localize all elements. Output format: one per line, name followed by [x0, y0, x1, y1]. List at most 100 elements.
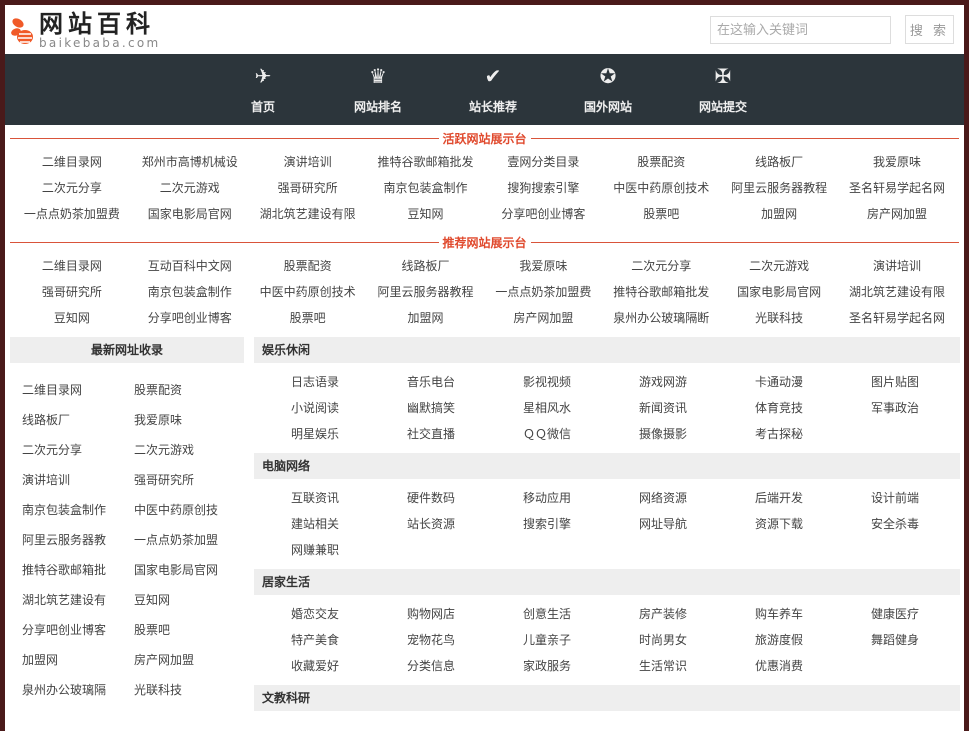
site-link[interactable]: 湖北筑艺建设有 [22, 585, 134, 615]
site-link[interactable]: 股票吧 [249, 305, 367, 331]
logo[interactable]: 网站百科 baikebaba.com [10, 11, 161, 49]
category-link[interactable]: 安全杀毒 [871, 511, 964, 537]
category-link[interactable]: 搜索引擎 [523, 511, 639, 537]
site-link[interactable]: 我爱原味 [485, 253, 603, 279]
category-link[interactable]: 儿童亲子 [523, 627, 639, 653]
category-link[interactable]: 家政服务 [523, 653, 639, 679]
site-link[interactable]: 演讲培训 [22, 465, 134, 495]
site-link[interactable]: 股票吧 [602, 201, 720, 227]
category-link[interactable]: 创意生活 [523, 601, 639, 627]
category-link[interactable]: 健康医疗 [871, 601, 964, 627]
category-link[interactable]: 收藏爱好 [291, 653, 407, 679]
category-link[interactable]: 军事政治 [871, 395, 964, 421]
site-link[interactable]: 国家电影局官网 [720, 279, 838, 305]
category-link[interactable]: 婚恋交友 [291, 601, 407, 627]
category-link[interactable]: 舞蹈健身 [871, 627, 964, 653]
site-link[interactable]: 加盟网 [720, 201, 838, 227]
site-link[interactable]: 一点点奶茶加盟费 [13, 201, 131, 227]
category-link[interactable]: 图片贴图 [871, 369, 964, 395]
site-link[interactable]: 股票配资 [134, 375, 246, 405]
site-link[interactable]: 圣名轩易学起名网 [838, 305, 956, 331]
site-link[interactable]: 泉州办公玻璃隔断 [602, 305, 720, 331]
category-link[interactable]: 网络资源 [639, 485, 755, 511]
site-link[interactable]: 分享吧创业博客 [131, 305, 249, 331]
search-button[interactable]: 搜 索 [905, 15, 954, 44]
site-link[interactable]: 阿里云服务器教 [22, 525, 134, 555]
nav-ranking[interactable]: ♛ 网站排名 [328, 54, 428, 125]
site-link[interactable]: 二次元游戏 [131, 175, 249, 201]
site-link[interactable]: 南京包装盒制作 [131, 279, 249, 305]
site-link[interactable]: 光联科技 [134, 675, 246, 705]
nav-home[interactable]: ✈ 首页 [213, 54, 313, 125]
category-link[interactable]: ＱＱ微信 [523, 421, 639, 447]
site-link[interactable]: 郑州市高博机械设 [131, 149, 249, 175]
site-link[interactable]: 分享吧创业博客 [485, 201, 603, 227]
search-input[interactable] [710, 16, 891, 44]
site-link[interactable]: 阿里云服务器教程 [720, 175, 838, 201]
nav-recommend[interactable]: ✔ 站长推荐 [443, 54, 543, 125]
site-link[interactable]: 豆知网 [367, 201, 485, 227]
site-link[interactable]: 国家电影局官网 [131, 201, 249, 227]
site-link[interactable]: 强哥研究所 [134, 465, 246, 495]
site-link[interactable]: 豆知网 [134, 585, 246, 615]
site-link[interactable]: 二次元游戏 [134, 435, 246, 465]
site-link[interactable]: 湖北筑艺建设有限 [249, 201, 367, 227]
category-link[interactable]: 后端开发 [755, 485, 871, 511]
site-link[interactable]: 二次元分享 [13, 175, 131, 201]
site-link[interactable]: 股票配资 [602, 149, 720, 175]
category-link[interactable]: 网赚兼职 [291, 537, 407, 563]
site-link[interactable]: 泉州办公玻璃隔 [22, 675, 134, 705]
site-link[interactable]: 圣名轩易学起名网 [838, 175, 956, 201]
site-link[interactable]: 股票吧 [134, 615, 246, 645]
category-link[interactable]: 星相风水 [523, 395, 639, 421]
category-link[interactable]: 建站相关 [291, 511, 407, 537]
site-link[interactable]: 线路板厂 [22, 405, 134, 435]
category-link[interactable]: 设计前端 [871, 485, 964, 511]
site-link[interactable]: 二次元分享 [22, 435, 134, 465]
site-link[interactable]: 阿里云服务器教程 [367, 279, 485, 305]
category-link[interactable]: 购物网店 [407, 601, 523, 627]
site-link[interactable]: 壹网分类目录 [485, 149, 603, 175]
category-link[interactable]: 音乐电台 [407, 369, 523, 395]
site-link[interactable]: 南京包装盒制作 [22, 495, 134, 525]
site-link[interactable]: 房产网加盟 [838, 201, 956, 227]
category-link[interactable]: 明星娱乐 [291, 421, 407, 447]
site-link[interactable]: 线路板厂 [720, 149, 838, 175]
category-link[interactable]: 网址导航 [639, 511, 755, 537]
site-link[interactable]: 一点点奶茶加盟费 [485, 279, 603, 305]
category-link[interactable]: 特产美食 [291, 627, 407, 653]
site-link[interactable]: 二维目录网 [22, 375, 134, 405]
site-link[interactable]: 国家电影局官网 [134, 555, 246, 585]
category-link[interactable]: 时尚男女 [639, 627, 755, 653]
site-link[interactable]: 我爱原味 [134, 405, 246, 435]
site-link[interactable]: 推特谷歌邮箱批发 [367, 149, 485, 175]
category-link[interactable]: 移动应用 [523, 485, 639, 511]
category-link[interactable]: 分类信息 [407, 653, 523, 679]
category-link[interactable]: 考古探秘 [755, 421, 871, 447]
site-link[interactable]: 二维目录网 [13, 253, 131, 279]
site-link[interactable]: 我爱原味 [838, 149, 956, 175]
site-link[interactable]: 加盟网 [367, 305, 485, 331]
category-link[interactable]: 站长资源 [407, 511, 523, 537]
category-link[interactable]: 新闻资讯 [639, 395, 755, 421]
category-link[interactable]: 体育竞技 [755, 395, 871, 421]
site-link[interactable]: 房产网加盟 [134, 645, 246, 675]
nav-submit[interactable]: ✠ 网站提交 [673, 54, 773, 125]
site-link[interactable]: 二次元游戏 [720, 253, 838, 279]
category-link[interactable]: 社交直播 [407, 421, 523, 447]
category-link[interactable]: 优惠消费 [755, 653, 871, 679]
category-link[interactable]: 宠物花鸟 [407, 627, 523, 653]
category-link[interactable]: 卡通动漫 [755, 369, 871, 395]
site-link[interactable]: 南京包装盒制作 [367, 175, 485, 201]
site-link[interactable]: 演讲培训 [838, 253, 956, 279]
category-link[interactable]: 购车养车 [755, 601, 871, 627]
site-link[interactable]: 强哥研究所 [249, 175, 367, 201]
category-link[interactable]: 影视视频 [523, 369, 639, 395]
category-link[interactable]: 房产装修 [639, 601, 755, 627]
category-link[interactable]: 游戏网游 [639, 369, 755, 395]
site-link[interactable]: 推特谷歌邮箱批 [22, 555, 134, 585]
site-link[interactable]: 一点点奶茶加盟 [134, 525, 246, 555]
category-link[interactable]: 资源下载 [755, 511, 871, 537]
site-link[interactable]: 中医中药原创技术 [602, 175, 720, 201]
site-link[interactable]: 湖北筑艺建设有限 [838, 279, 956, 305]
